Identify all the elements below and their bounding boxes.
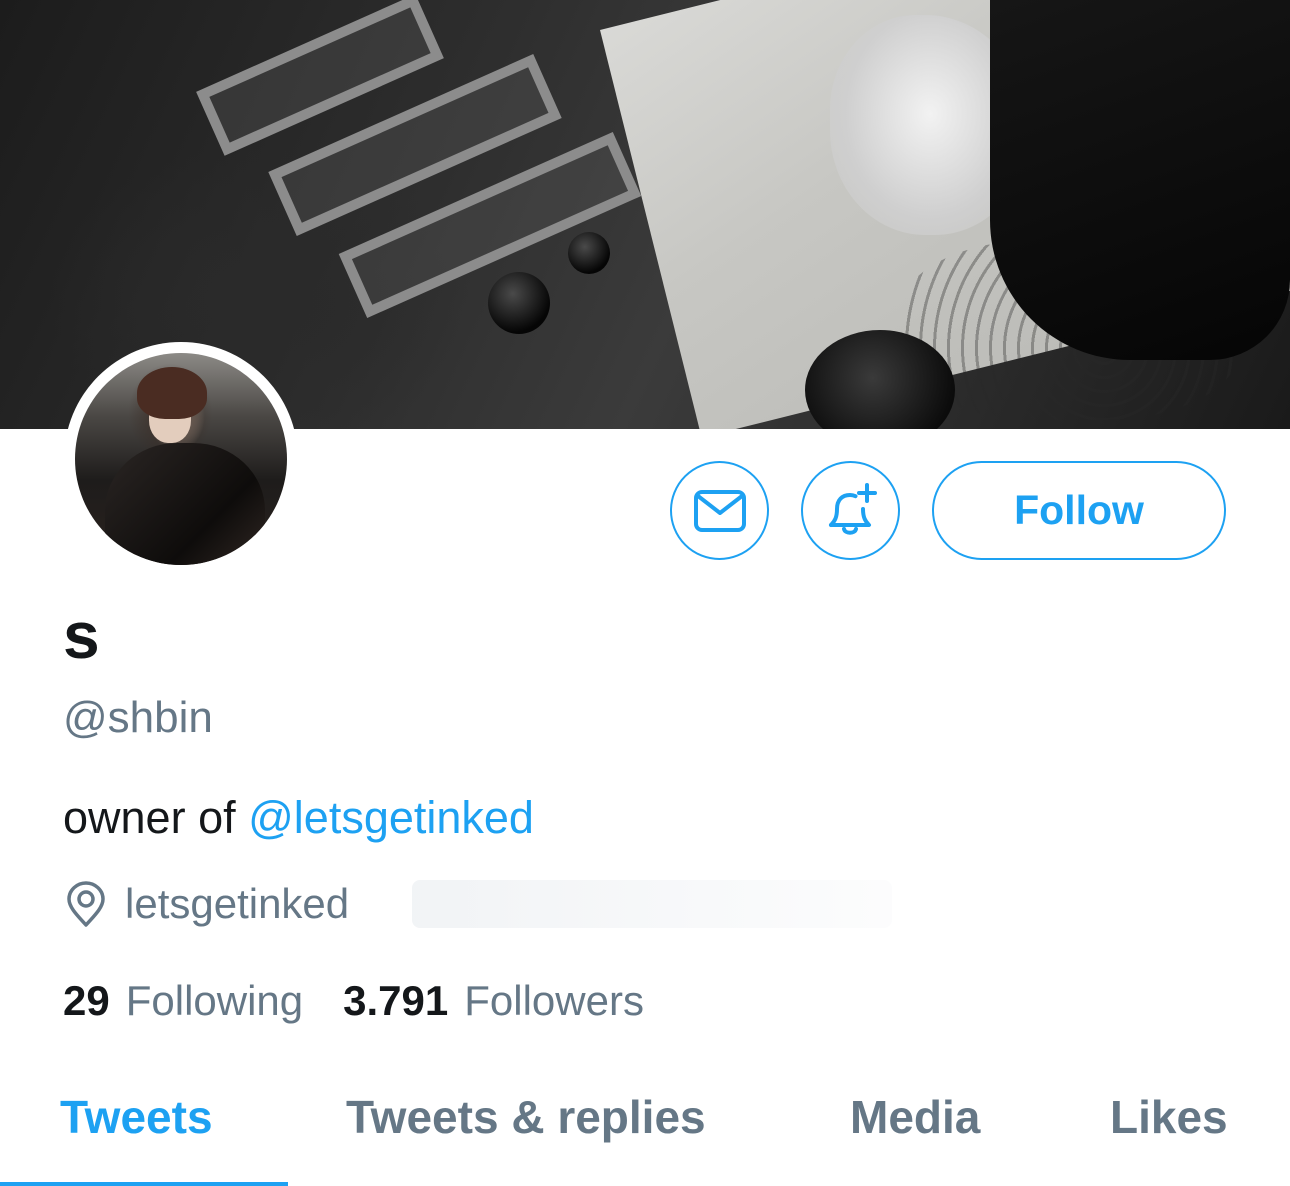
bio-text: owner of <box>63 792 249 843</box>
display-name: s <box>63 598 100 672</box>
followers-link[interactable]: 3.791 Followers <box>343 977 644 1025</box>
avatar[interactable] <box>64 342 298 576</box>
avatar-photo <box>75 353 287 565</box>
tab-tweets-and-replies[interactable]: Tweets & replies <box>346 1090 706 1144</box>
avatar-jacket <box>105 443 265 565</box>
profile-location: letsgetinked <box>63 880 349 928</box>
banner-ink-cap <box>568 232 610 274</box>
following-label: Following <box>125 977 304 1024</box>
location-pin-icon <box>67 881 105 927</box>
follow-button[interactable]: Follow <box>932 461 1226 560</box>
bio-mention-link[interactable]: @letsgetinked <box>248 792 534 843</box>
active-tab-indicator <box>0 1182 288 1186</box>
profile-bio: owner of @letsgetinked <box>63 793 534 843</box>
tab-likes[interactable]: Likes <box>1110 1090 1228 1144</box>
following-count: 29 <box>63 977 110 1024</box>
obscured-area <box>412 880 892 928</box>
location-text: letsgetinked <box>125 880 350 927</box>
banner-cloth <box>990 0 1290 360</box>
following-link[interactable]: 29 Following <box>63 977 303 1025</box>
followers-label: Followers <box>464 977 644 1024</box>
envelope-icon <box>693 489 746 532</box>
avatar-hair <box>137 367 207 419</box>
profile-handle: @shbin <box>63 693 213 742</box>
tab-tweets[interactable]: Tweets <box>60 1090 213 1144</box>
followers-count: 3.791 <box>343 977 449 1024</box>
bell-plus-icon <box>828 482 877 535</box>
profile-tabs: Tweets Tweets & replies Media Likes <box>0 1058 1290 1186</box>
follow-stats: 29 Following 3.791 Followers <box>63 977 644 1025</box>
tab-media[interactable]: Media <box>850 1090 980 1144</box>
notifications-button[interactable] <box>801 461 900 560</box>
message-button[interactable] <box>670 461 769 560</box>
banner-ink-cap <box>488 272 550 334</box>
